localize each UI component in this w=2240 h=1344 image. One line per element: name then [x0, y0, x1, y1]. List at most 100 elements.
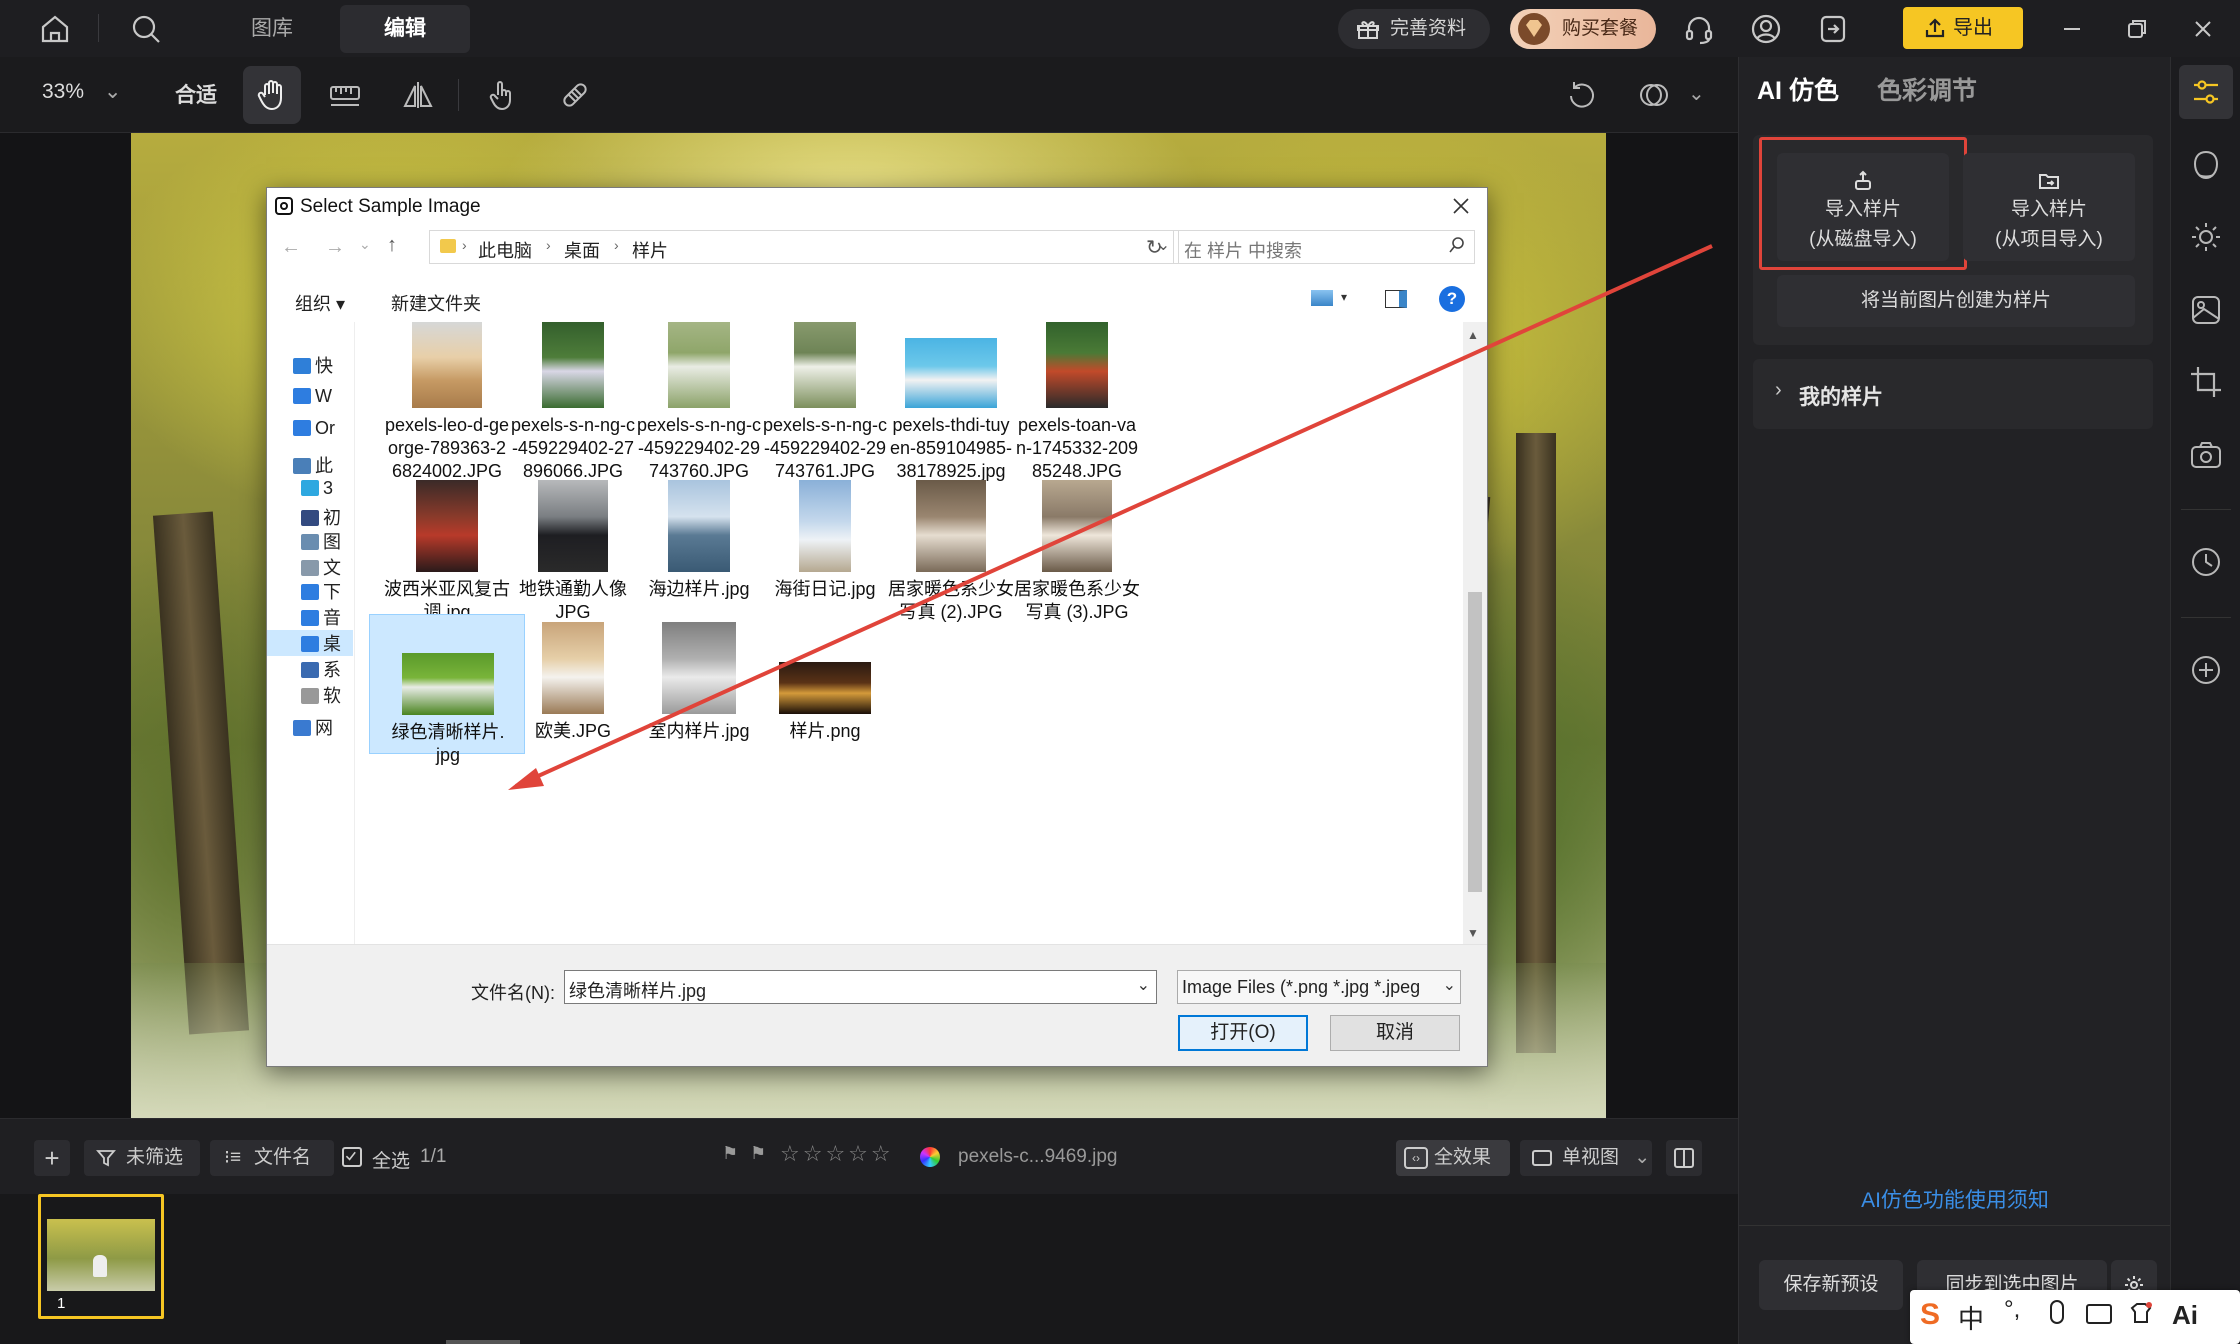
breadcrumb-item[interactable]: 样片	[632, 237, 668, 263]
bandage-tool-button[interactable]	[546, 66, 604, 124]
color-label-icon[interactable]	[920, 1147, 940, 1167]
keyboard-icon[interactable]	[2086, 1304, 2112, 1324]
buy-plan-button[interactable]: 购买套餐	[1510, 9, 1656, 49]
up-icon[interactable]: ↑	[387, 234, 397, 257]
select-all-checkbox[interactable]	[342, 1147, 362, 1167]
zoom-select[interactable]: 33% ⌄	[42, 79, 121, 104]
help-icon[interactable]: ?	[1439, 286, 1465, 312]
sogou-logo-icon[interactable]: S	[1920, 1298, 1940, 1332]
nav-item[interactable]: 快	[293, 352, 341, 378]
my-samples-section[interactable]: › 我的样片	[1753, 359, 2153, 429]
open-button[interactable]: 打开(O)	[1178, 1015, 1308, 1051]
single-view-button[interactable]: 单视图 ⌄	[1520, 1140, 1652, 1176]
nav-item[interactable]: 系	[301, 656, 349, 682]
nav-item[interactable]: 网	[293, 714, 341, 740]
restore-icon[interactable]	[2120, 12, 2154, 46]
chevron-down-icon[interactable]: ⌄	[1137, 975, 1150, 995]
cancel-button[interactable]: 取消	[1330, 1015, 1460, 1051]
microphone-icon[interactable]	[2050, 1300, 2064, 1324]
nav-item[interactable]: 桌	[267, 630, 353, 656]
face-icon[interactable]	[2188, 147, 2224, 183]
split-view-button[interactable]	[1666, 1140, 1702, 1176]
reset-button[interactable]	[1553, 66, 1611, 124]
filter-button[interactable]: 未筛选	[84, 1140, 200, 1176]
reject-flag-icon[interactable]: ⚑	[750, 1143, 766, 1164]
sort-button[interactable]: ⁝≡ 文件名	[210, 1140, 334, 1176]
search-icon[interactable]	[129, 12, 163, 46]
chevron-down-icon[interactable]: ⌄	[1688, 81, 1705, 106]
add-button[interactable]: +	[34, 1140, 70, 1176]
view-mode-icon[interactable]	[1311, 290, 1333, 306]
select-all-label[interactable]: 全选	[372, 1146, 410, 1173]
history-chevron-icon[interactable]: ⌄	[359, 236, 371, 253]
tab-edit[interactable]: 编辑	[340, 5, 470, 53]
sun-icon[interactable]	[2188, 219, 2224, 255]
add-icon[interactable]	[2188, 652, 2224, 688]
close-icon[interactable]	[1449, 194, 1473, 218]
headset-icon[interactable]	[1682, 12, 1716, 46]
home-icon[interactable]	[38, 12, 72, 46]
back-icon[interactable]: ←	[281, 236, 301, 259]
skin-icon[interactable]	[2128, 1300, 2154, 1326]
file-item[interactable]: 样片.png	[747, 614, 903, 814]
flip-tool-button[interactable]	[389, 66, 447, 124]
refresh-icon[interactable]: ↻	[1146, 235, 1163, 260]
nav-item[interactable]: 文	[301, 554, 349, 580]
filename-input[interactable]: 绿色清晰样片.jpg ⌄	[564, 970, 1157, 1004]
file-item[interactable]: 居家暖色系少女 写真 (3).JPG	[999, 472, 1155, 672]
compare-button[interactable]	[1625, 66, 1683, 124]
history-icon[interactable]	[2188, 544, 2224, 580]
sliders-icon[interactable]	[2188, 74, 2224, 110]
preview-pane-icon[interactable]	[1385, 290, 1407, 308]
close-icon[interactable]	[2186, 12, 2220, 46]
help-link[interactable]: AI仿色功能使用须知	[1739, 1184, 2171, 1214]
nav-item[interactable]: 初	[301, 504, 349, 530]
camera-icon[interactable]	[2188, 437, 2224, 473]
nav-item[interactable]: 图	[301, 528, 349, 554]
search-input[interactable]: ↻ 在 样片 中搜索	[1146, 230, 1475, 264]
import-from-project-button[interactable]: 导入样片 (从项目导入)	[1963, 153, 2135, 261]
scrollbar-thumb[interactable]	[446, 1340, 520, 1344]
new-folder-button[interactable]: 新建文件夹	[391, 290, 481, 316]
user-icon[interactable]	[1749, 12, 1783, 46]
filetype-select[interactable]: Image Files (*.png *.jpg *.jpeg ⌄	[1177, 970, 1461, 1004]
export-button[interactable]: 导出	[1903, 7, 2023, 49]
image-adjust-icon[interactable]	[2188, 292, 2224, 328]
nav-item[interactable]: 此	[293, 452, 341, 478]
breadcrumb-item[interactable]: 桌面	[564, 237, 600, 263]
tab-color-adjust[interactable]: 色彩调节	[1877, 71, 1977, 107]
punctuation-icon[interactable]: °,	[2004, 1296, 2020, 1324]
flag-icon[interactable]: ⚑	[722, 1143, 738, 1164]
create-sample-button[interactable]: 将当前图片创建为样片	[1777, 275, 2135, 327]
ime-mode[interactable]: 中	[1958, 1299, 1984, 1336]
all-effects-button[interactable]: ‹› 全效果	[1396, 1140, 1510, 1176]
organize-menu[interactable]: 组织 ▾	[295, 290, 345, 316]
tab-gallery[interactable]: 图库	[220, 5, 324, 53]
nav-item[interactable]: W	[293, 386, 341, 412]
share-icon[interactable]	[1816, 12, 1850, 46]
scrollbar[interactable]: ▲ ▼	[1463, 322, 1487, 944]
top-bar: 图库 编辑 完善资料 购买套餐 导出	[0, 0, 2240, 57]
minimize-icon[interactable]	[2055, 12, 2089, 46]
forward-icon[interactable]: →	[325, 236, 345, 259]
nav-item[interactable]: 下	[301, 578, 349, 604]
touch-tool-button[interactable]	[473, 66, 531, 124]
crop-icon[interactable]	[2188, 364, 2224, 400]
rating-stars[interactable]: ☆☆☆☆☆	[780, 1141, 894, 1167]
ai-icon[interactable]: Ai	[2172, 1300, 2198, 1331]
nav-item[interactable]: Or	[293, 418, 341, 444]
straighten-tool-button[interactable]	[316, 66, 374, 124]
tab-ai-color-match[interactable]: AI 仿色	[1757, 71, 1839, 107]
breadcrumb[interactable]: › 此电脑 › 桌面 › 样片 ⌄	[429, 230, 1179, 264]
filmstrip-thumbnail[interactable]: 1	[38, 1194, 164, 1319]
fit-button[interactable]: 合适	[175, 79, 217, 109]
chevron-down-icon[interactable]: ▾	[1341, 290, 1347, 304]
complete-profile-button[interactable]: 完善资料	[1338, 9, 1490, 49]
hand-tool-button[interactable]	[243, 66, 301, 124]
scrollbar-thumb[interactable]	[1468, 592, 1482, 892]
breadcrumb-item[interactable]: 此电脑	[478, 237, 532, 263]
nav-item[interactable]: 软	[301, 682, 349, 708]
nav-item[interactable]: 3	[301, 478, 349, 504]
nav-item[interactable]: 音	[301, 604, 349, 630]
save-preset-button[interactable]: 保存新预设	[1759, 1260, 1903, 1310]
